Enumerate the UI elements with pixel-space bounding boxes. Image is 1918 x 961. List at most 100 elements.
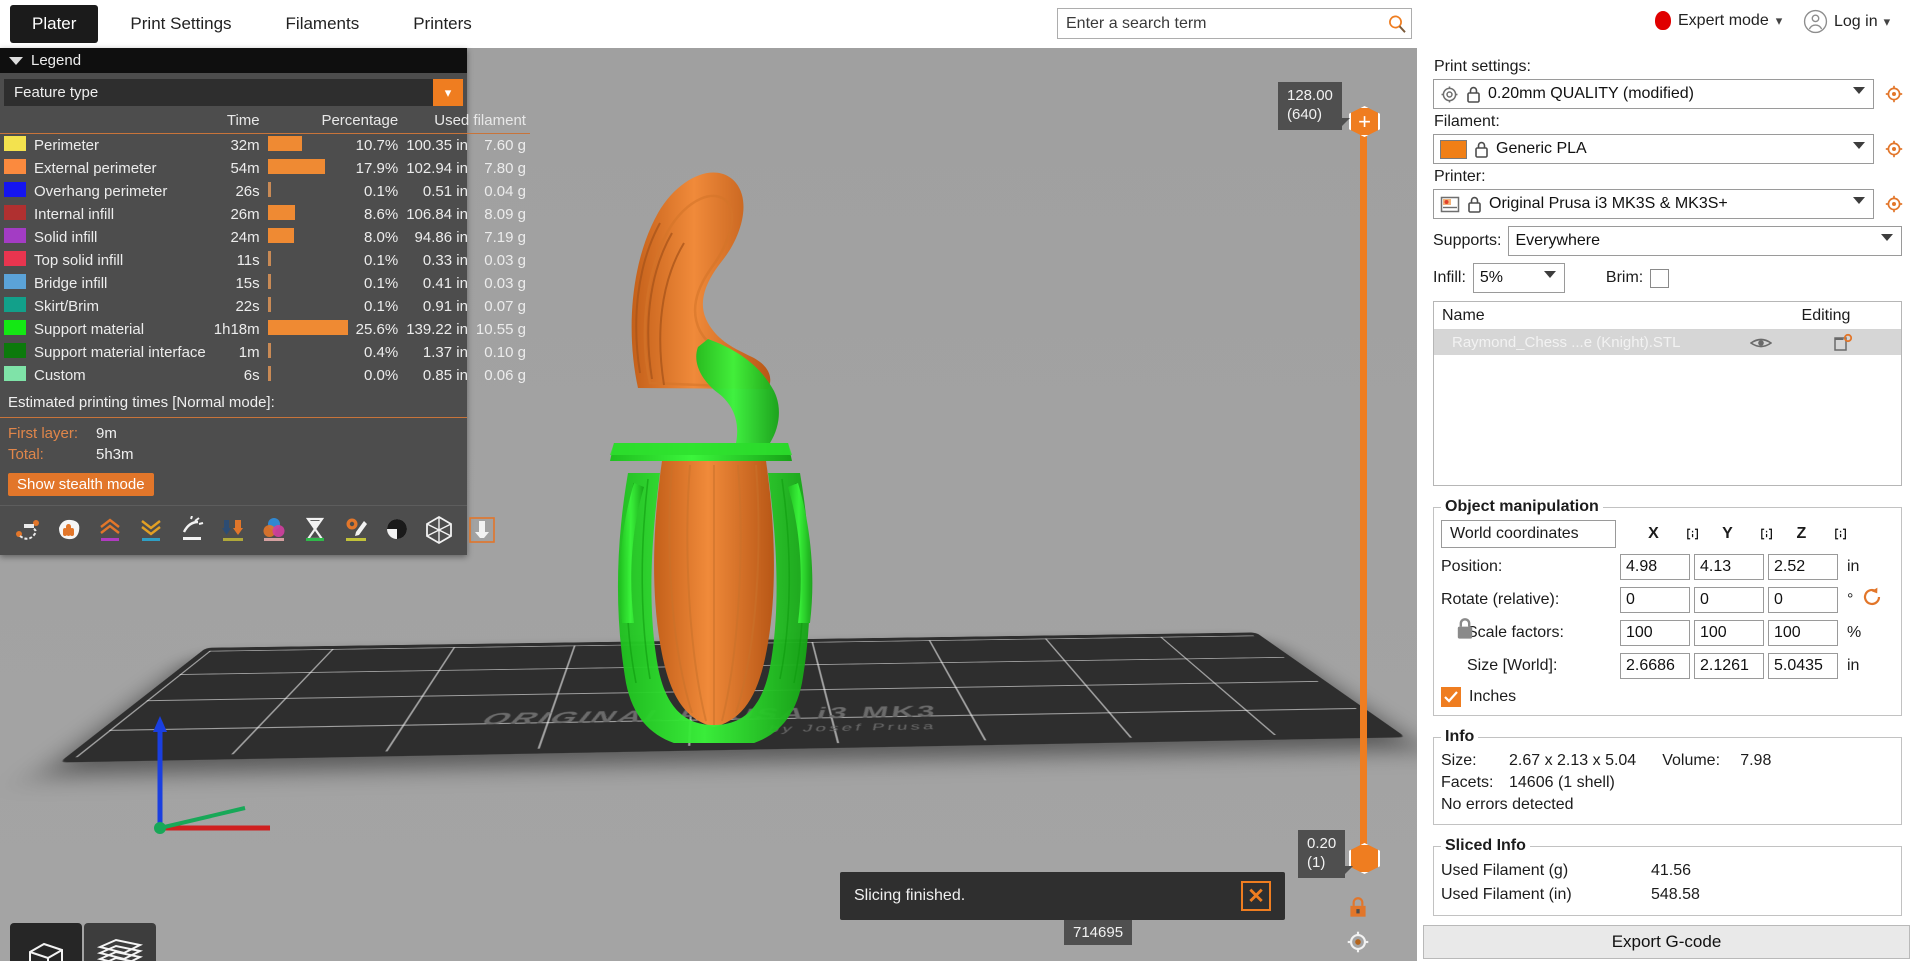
manipulation-row: Scale factors:% [1441,617,1894,648]
retractions-icon[interactable] [55,515,83,545]
tool-changes-icon[interactable] [219,515,247,545]
manipulation-field-x[interactable] [1620,619,1690,646]
one-layer-lock-icon[interactable] [1345,895,1371,921]
show-stealth-mode-button[interactable]: Show stealth mode [8,473,154,496]
legend-header[interactable]: Legend [0,48,467,73]
tab-print-settings[interactable]: Print Settings [108,5,253,43]
legend-cube-icon[interactable] [424,515,454,545]
object-list-col-editing: Editing [1801,306,1851,324]
tab-filaments[interactable]: Filaments [264,5,382,43]
edit-layers-icon[interactable] [1785,333,1901,353]
print-settings-edit-icon[interactable] [1880,84,1908,104]
search-icon[interactable] [1383,14,1411,34]
legend-used-mass: 0.07 g [484,298,526,315]
legend-color-swatch [4,251,26,266]
preview-view-button[interactable] [84,923,156,961]
mode-selector[interactable]: Expert mode ▾ [1655,11,1782,30]
object-name: Raymond_Chess ...e (Knight).STL [1452,334,1681,351]
print-settings-combo[interactable]: 0.20mm QUALITY (modified) [1433,79,1874,109]
table-row[interactable]: Raymond_Chess ...e (Knight).STL [1434,330,1901,355]
deretractions-icon[interactable] [137,515,165,545]
legend-bar [267,320,348,335]
legend-color-swatch [4,159,26,174]
legend-row[interactable]: Top solid infill 11s 0.1% 0.33 in 0.03 g [0,249,530,272]
view-type-select[interactable]: Feature type ▾ [4,79,463,106]
seams-icon[interactable] [96,515,124,545]
chevron-down-icon[interactable]: ▾ [1884,14,1891,30]
manipulation-field-z[interactable] [1768,652,1838,679]
chevron-down-icon[interactable] [1543,271,1556,278]
manipulation-field-x[interactable] [1620,652,1690,679]
travel-paths-icon[interactable] [14,515,42,545]
manipulation-field-z[interactable] [1768,586,1838,613]
printer-combo[interactable]: Original Prusa i3 MK3S & MK3S+ [1433,189,1874,219]
notification-message: Slicing finished. [854,887,966,904]
sliced-info-value: 548.58 [1651,886,1700,903]
close-icon[interactable]: ✕ [1241,881,1271,911]
shells-icon[interactable] [383,515,411,545]
vertical-slider-track[interactable] [1360,124,1367,856]
sliced-info-title: Sliced Info [1445,837,1526,854]
legend-row[interactable]: Solid infill 24m 8.0% 94.86 in 7.19 g [0,226,530,249]
chevron-down-icon[interactable] [1853,142,1865,149]
filament-combo[interactable]: Generic PLA [1433,134,1874,164]
manipulation-field-x[interactable] [1620,553,1690,580]
search-box[interactable] [1057,8,1412,39]
legend-row[interactable]: Perimeter 32m 10.7% 100.35 in 7.60 g [0,134,530,158]
chevron-down-icon[interactable] [1853,87,1865,94]
extruder-icon[interactable] [467,515,497,545]
legend-row[interactable]: Support material 1h18m 25.6% 139.22 in 10.55… [0,318,530,341]
supports-combo[interactable]: Everywhere [1508,226,1902,256]
chevron-down-icon[interactable]: ▾ [433,79,463,106]
reset-rotation-icon[interactable] [1861,586,1883,613]
supports-row: Supports: Everywhere [1433,226,1902,256]
manipulation-field-y[interactable] [1694,586,1764,613]
eye-icon[interactable] [1737,335,1785,351]
legend-row[interactable]: Bridge infill 15s 0.1% 0.41 in 0.03 g [0,272,530,295]
manipulation-field-y[interactable] [1694,619,1764,646]
tab-plater[interactable]: Plater [10,5,99,43]
legend-used-length: 100.35 in [406,137,468,154]
coordinate-system-select[interactable]: World coordinates [1441,520,1616,548]
search-input[interactable] [1058,9,1383,38]
legend-bar-cell [264,180,352,203]
tab-printers[interactable]: Printers [391,5,494,43]
legend-row[interactable]: Internal infill 26m 8.6% 106.84 in 8.09 g [0,203,530,226]
legend-row[interactable]: Overhang perimeter 26s 0.1% 0.51 in 0.04 g [0,180,530,203]
legend-row[interactable]: Skirt/Brim 22s 0.1% 0.91 in 0.07 g [0,295,530,318]
chevron-down-icon[interactable] [1881,234,1893,241]
filament-value: Generic PLA [1496,140,1587,157]
legend-row[interactable]: Custom 6s 0.0% 0.85 in 0.06 g [0,364,530,387]
collapse-triangle-icon[interactable] [9,56,23,65]
pause-prints-icon[interactable] [301,515,329,545]
manipulation-field-x[interactable] [1620,586,1690,613]
chevron-down-icon[interactable]: ▾ [1776,13,1783,29]
manipulation-field-y[interactable] [1694,652,1764,679]
object-list[interactable]: Name Editing Raymond_Chess ...e (Knight)… [1433,301,1902,486]
brim-checkbox[interactable] [1650,268,1670,288]
object-manipulation-panel: Object manipulation World coordinates X … [1433,498,1902,716]
vertical-layer-slider[interactable] [1349,106,1380,874]
manipulation-field-z[interactable] [1768,553,1838,580]
legend-row[interactable]: External perimeter 54m 17.9% 102.94 in 7.80 … [0,157,530,180]
legend-bar-cell [264,157,352,180]
infill-combo[interactable]: 5% [1472,263,1565,293]
slider-settings-icon[interactable] [1345,929,1371,955]
inches-checkbox[interactable] [1441,687,1461,707]
printer-edit-icon[interactable] [1880,194,1908,214]
manipulation-field-z[interactable] [1768,619,1838,646]
chevron-down-icon[interactable] [1853,197,1865,204]
color-changes-icon[interactable] [260,515,288,545]
login-button[interactable]: Log in ▾ [1803,9,1890,34]
legend-row[interactable]: Support material interface 1m 0.4% 1.37 in 0… [0,341,530,364]
custom-gcodes-icon[interactable] [342,515,370,545]
manipulation-unit: in [1847,656,1860,674]
editor-view-button[interactable] [10,923,82,961]
info-errors-row: No errors detected [1441,794,1894,816]
filament-edit-icon[interactable] [1880,139,1908,159]
manipulation-field-y[interactable] [1694,553,1764,580]
legend-bar-cell [264,249,352,272]
uniform-scale-lock-icon[interactable] [1455,617,1475,646]
wipe-icon[interactable] [178,515,206,545]
export-gcode-button[interactable]: Export G-code [1423,925,1910,959]
